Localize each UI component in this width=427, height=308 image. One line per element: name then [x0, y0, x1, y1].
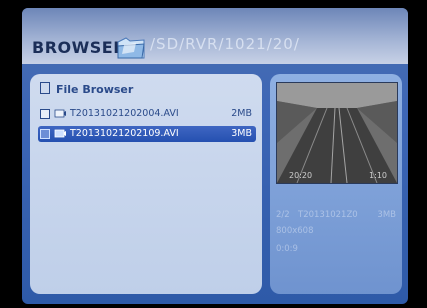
file-row-selected[interactable]: T20131021202109.AVI 3MB	[38, 126, 256, 142]
header: BROWSER /SD/RVR/1021/20/	[22, 8, 408, 64]
file-name: T20131021202004.AVI	[70, 108, 179, 119]
path-breadcrumb: /SD/RVR/1021/20/	[150, 35, 300, 53]
preview-panel: 20:20 1:10 2/2 T20131021Z0 3MB 800x608 0…	[270, 74, 402, 294]
resolution-info: 800x608	[276, 226, 314, 236]
thumbnail-counter: 1:10	[369, 171, 387, 180]
file-browser-label: File Browser	[56, 83, 134, 96]
checkbox[interactable]	[40, 109, 50, 119]
file-size-info: 3MB	[377, 210, 396, 220]
file-name: T20131021202109.AVI	[70, 128, 179, 139]
folder-icon	[117, 37, 145, 59]
video-file-icon	[54, 129, 66, 138]
file-row[interactable]: T20131021202004.AVI 2MB	[38, 106, 256, 122]
file-browser-icon	[40, 82, 50, 94]
duration-info: 0:0:9	[276, 244, 298, 254]
file-size: 3MB	[231, 128, 252, 139]
file-name-short: T20131021Z0	[298, 210, 358, 220]
checkbox[interactable]	[40, 129, 50, 139]
page-title: BROWSER	[32, 38, 127, 57]
road-thumbnail-icon	[277, 83, 397, 183]
file-index: 2/2	[276, 210, 290, 220]
file-size: 2MB	[231, 108, 252, 119]
video-file-icon	[54, 109, 66, 118]
file-browser-title: File Browser	[40, 82, 133, 96]
video-thumbnail[interactable]: 20:20 1:10	[276, 82, 398, 184]
screen: BROWSER /SD/RVR/1021/20/ File Browser T2…	[22, 8, 408, 304]
file-browser-panel: File Browser T20131021202004.AVI 2MB T20…	[30, 74, 262, 294]
thumbnail-time: 20:20	[289, 171, 313, 180]
